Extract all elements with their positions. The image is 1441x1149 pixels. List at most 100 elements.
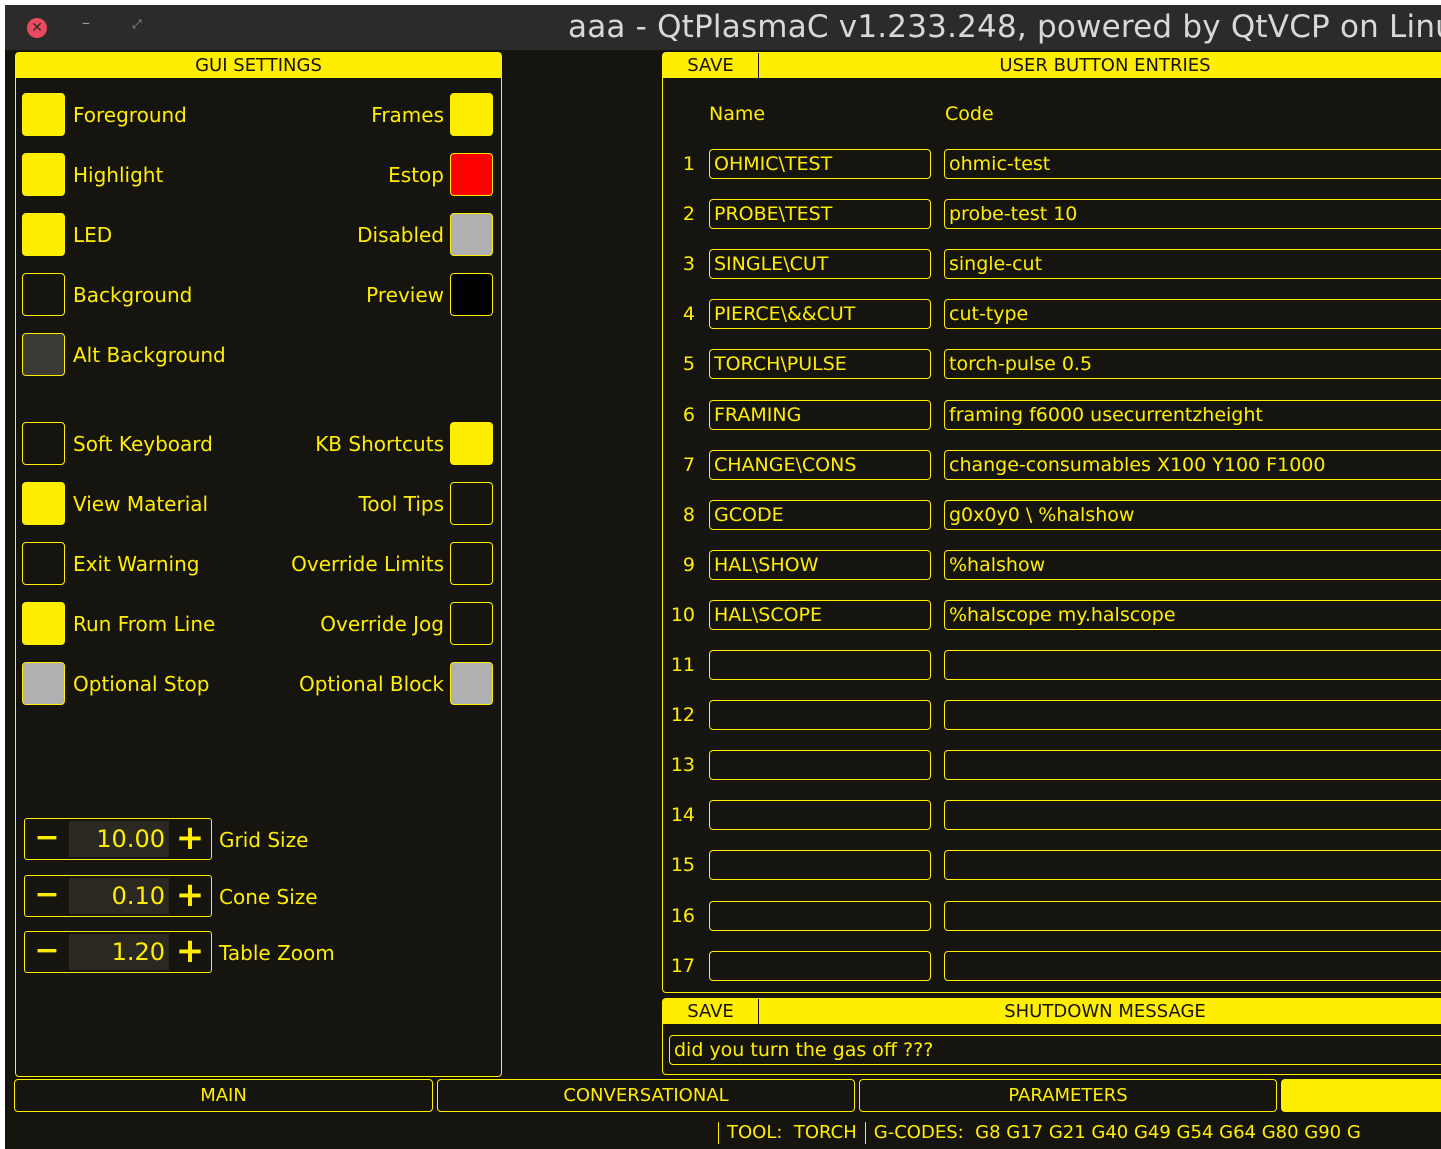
button-name-input[interactable] xyxy=(709,950,931,981)
tab-conversational[interactable]: CONVERSATIONAL xyxy=(437,1079,855,1112)
button-name-input[interactable]: PIERCE\&&CUT xyxy=(709,299,931,330)
row-number: 7 xyxy=(682,453,695,476)
button-code-input[interactable]: torch-pulse 0.5 xyxy=(944,349,1441,380)
button-code-input[interactable] xyxy=(944,900,1441,931)
left_colors-foreground-label: Foreground xyxy=(73,103,187,127)
save-user-buttons-button[interactable]: SAVE xyxy=(663,53,759,78)
status-separator xyxy=(718,1122,719,1144)
minus-button[interactable]: − xyxy=(27,821,67,857)
button-code-input[interactable]: probe-test 10 xyxy=(944,199,1441,230)
row-number: 2 xyxy=(682,203,695,226)
right_colors-preview-label: Preview xyxy=(366,283,444,307)
button-code-input[interactable] xyxy=(944,650,1441,680)
button-code-input[interactable] xyxy=(944,700,1441,731)
button-code-input[interactable]: %halshow xyxy=(944,549,1441,580)
button-name-input[interactable]: HAL\SCOPE xyxy=(709,599,931,630)
button-code-input[interactable]: g0x0y0 \ %halshow xyxy=(944,499,1441,530)
button-code-input[interactable]: cut-type xyxy=(944,299,1441,330)
title-bar: ✕ – ⤢ aaa - QtPlasmaC v1.233.248, powere… xyxy=(5,5,1441,50)
right_colors-preview-color-swatch[interactable] xyxy=(450,273,493,316)
button-name-input[interactable]: FRAMING xyxy=(709,399,931,430)
left_colors-led-label: LED xyxy=(73,223,113,247)
row-number: 6 xyxy=(682,403,695,426)
button-name-input[interactable] xyxy=(709,650,931,680)
table-zoom-value[interactable]: 1.20 xyxy=(69,934,169,970)
button-name-input[interactable]: PROBE\TEST xyxy=(709,199,931,230)
button-name-input[interactable] xyxy=(709,850,931,881)
button-name-input[interactable]: GCODE xyxy=(709,499,931,530)
left_options-optional-stop-checkbox[interactable] xyxy=(22,662,65,705)
left_options-soft-keyboard-checkbox[interactable] xyxy=(22,422,65,465)
tab-settings[interactable] xyxy=(1281,1079,1441,1112)
row-number: 16 xyxy=(670,904,695,927)
button-code-input[interactable] xyxy=(944,850,1441,881)
button-code-input[interactable]: ohmic-test xyxy=(944,149,1441,179)
row-number: 9 xyxy=(682,553,695,576)
right_colors-disabled-color-swatch[interactable] xyxy=(450,213,493,256)
left_colors-highlight-color-swatch[interactable] xyxy=(22,153,65,196)
user-button-entries-panel: USER BUTTON ENTRIES SAVE Name Code 1 OHMI… xyxy=(662,52,1441,993)
left_options-exit-warning-label: Exit Warning xyxy=(73,552,200,576)
plus-button[interactable]: + xyxy=(171,934,209,970)
save-shutdown-button[interactable]: SAVE xyxy=(663,999,759,1024)
left_options-exit-warning-checkbox[interactable] xyxy=(22,542,65,585)
left_options-view-material-checkbox[interactable] xyxy=(22,482,65,525)
shutdown-message-panel: SHUTDOWN MESSAGE SAVE did you turn the g… xyxy=(662,998,1441,1075)
button-name-input[interactable]: HAL\SHOW xyxy=(709,549,931,580)
plus-button[interactable]: + xyxy=(171,878,209,914)
left_options-run-from-line-checkbox[interactable] xyxy=(22,602,65,645)
cone-size-spinbox: −0.10 + xyxy=(24,875,212,917)
row-number: 8 xyxy=(682,503,695,526)
minus-button[interactable]: − xyxy=(27,934,67,970)
button-name-input[interactable]: SINGLE\CUT xyxy=(709,249,931,280)
gui-settings-panel: GUI SETTINGS Foreground Highlight LED Backg… xyxy=(15,52,502,1077)
row-number: 4 xyxy=(682,303,695,326)
button-code-input[interactable] xyxy=(944,750,1441,781)
button-name-input[interactable] xyxy=(709,750,931,781)
code-column-header: Code xyxy=(945,103,994,125)
left_colors-background-color-swatch[interactable] xyxy=(22,273,65,316)
status-separator xyxy=(864,1122,866,1144)
row-number: 15 xyxy=(670,854,695,877)
maximize-icon[interactable]: ⤢ xyxy=(132,17,142,32)
left_colors-foreground-color-swatch[interactable] xyxy=(22,93,65,136)
row-number: 3 xyxy=(682,253,695,276)
right_options-override-limits-checkbox[interactable] xyxy=(450,542,493,585)
right_options-kb-shortcuts-checkbox[interactable] xyxy=(450,422,493,465)
right_options-tool-tips-checkbox[interactable] xyxy=(450,482,493,525)
plus-button[interactable]: + xyxy=(171,821,209,857)
button-code-input[interactable] xyxy=(944,950,1441,981)
minimize-icon[interactable]: – xyxy=(82,13,90,32)
button-name-input[interactable] xyxy=(709,900,931,931)
button-code-input[interactable]: change-consumables X100 Y100 F1000 xyxy=(944,449,1441,480)
row-number: 5 xyxy=(682,353,695,376)
grid-size-label: Grid Size xyxy=(219,828,309,852)
tab-parameters[interactable]: PARAMETERS xyxy=(859,1079,1277,1112)
button-code-input[interactable] xyxy=(944,800,1441,831)
button-name-input[interactable]: CHANGE\CONS xyxy=(709,449,931,480)
table-zoom-label: Table Zoom xyxy=(219,941,335,965)
row-number: 10 xyxy=(670,603,695,626)
shutdown-message-input[interactable]: did you turn the gas off ??? xyxy=(669,1035,1441,1065)
left_colors-alt-background-color-swatch[interactable] xyxy=(22,333,65,376)
tab-main[interactable]: MAIN xyxy=(14,1079,433,1112)
button-code-input[interactable]: framing f6000 usecurrentzheight xyxy=(944,399,1441,430)
button-code-input[interactable]: single-cut xyxy=(944,249,1441,280)
button-name-input[interactable] xyxy=(709,700,931,731)
right_colors-frames-color-swatch[interactable] xyxy=(450,93,493,136)
window-title: aaa - QtPlasmaC v1.233.248, powered by Q… xyxy=(568,9,1441,45)
left_colors-led-color-swatch[interactable] xyxy=(22,213,65,256)
right_options-optional-block-checkbox[interactable] xyxy=(450,662,493,705)
right_colors-estop-color-swatch[interactable] xyxy=(450,153,493,196)
button-name-input[interactable]: TORCH\PULSE xyxy=(709,349,931,380)
right_options-override-jog-checkbox[interactable] xyxy=(450,602,493,645)
button-name-input[interactable] xyxy=(709,800,931,831)
button-name-input[interactable]: OHMIC\TEST xyxy=(709,149,931,179)
left_colors-alt-background-label: Alt Background xyxy=(73,343,226,367)
cone-size-value[interactable]: 0.10 xyxy=(69,878,169,914)
minus-button[interactable]: − xyxy=(27,878,67,914)
cone-size-label: Cone Size xyxy=(219,885,318,909)
grid-size-value[interactable]: 10.00 xyxy=(69,821,169,857)
close-icon[interactable]: ✕ xyxy=(27,18,47,38)
button-code-input[interactable]: %halscope my.halscope xyxy=(944,599,1441,630)
